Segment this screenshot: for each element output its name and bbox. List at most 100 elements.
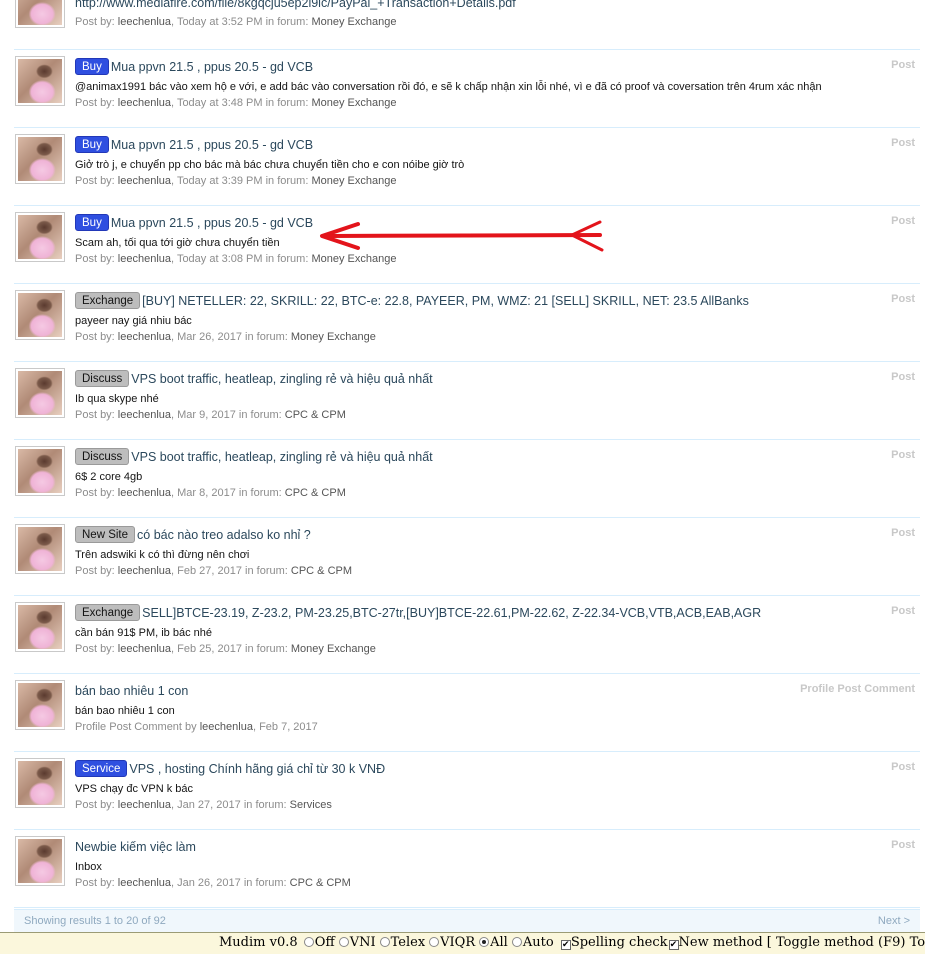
forum-link[interactable]: Money Exchange: [311, 253, 396, 265]
mode-radio-auto[interactable]: [511, 937, 522, 947]
result-title-line: Newbie kiếm việc làm: [75, 838, 920, 857]
post-date: Today at 3:39 PM: [176, 175, 263, 187]
author-link[interactable]: leechenlua: [118, 877, 171, 889]
forum-link[interactable]: CPC & CPM: [291, 565, 352, 577]
result-title-link[interactable]: VPS boot traffic, heatleap, zingling rẻ …: [131, 450, 432, 464]
search-results-page: http://www.mediafire.com/file/8kgqcju5ep…: [14, 0, 920, 932]
forum-link[interactable]: CPC & CPM: [285, 409, 346, 421]
author-link[interactable]: leechenlua: [118, 331, 171, 343]
forum-link[interactable]: Money Exchange: [291, 643, 376, 655]
forum-link[interactable]: CPC & CPM: [285, 487, 346, 499]
result-title-link[interactable]: Mua ppvn 21.5 , ppus 20.5 - gd VCB: [111, 60, 313, 74]
avatar[interactable]: [15, 368, 65, 418]
author-link[interactable]: leechenlua: [118, 799, 171, 811]
result-title-link[interactable]: VPS boot traffic, heatleap, zingling rẻ …: [131, 372, 432, 386]
result-meta: Post by: leechenlua, Today at 3:48 PM in…: [75, 97, 397, 109]
result-title-link[interactable]: [BUY] NETELLER: 22, SKRILL: 22, BTC-e: 2…: [142, 294, 749, 308]
result-meta: Post by: leechenlua, Today at 3:08 PM in…: [75, 253, 397, 265]
thread-prefix-badge: New Site: [75, 526, 136, 543]
avatar[interactable]: [15, 758, 65, 808]
author-link[interactable]: leechenlua: [118, 97, 171, 109]
author-link[interactable]: leechenlua: [118, 565, 171, 577]
result-title-link[interactable]: bán bao nhiêu 1 con: [75, 684, 188, 698]
result-snippet: Scam ah, tối qua tới giờ chưa chuyển tiề…: [75, 237, 280, 249]
avatar[interactable]: [15, 602, 65, 652]
in-forum-label: in forum:: [241, 331, 291, 343]
forum-link[interactable]: Money Exchange: [291, 331, 376, 343]
forum-link[interactable]: Money Exchange: [311, 175, 396, 187]
content-type-label: Post: [891, 137, 915, 149]
avatar[interactable]: [15, 134, 65, 184]
next-page-link[interactable]: Next >: [878, 915, 910, 927]
avatar[interactable]: [15, 212, 65, 262]
search-result: Buy Mua ppvn 21.5 , ppus 20.5 - gd VCB @an…: [14, 50, 920, 128]
in-forum-label: in forum:: [240, 877, 290, 889]
toggle-panel-link[interactable]: Toggle pa: [910, 935, 925, 950]
result-title-link[interactable]: có bác nào treo adalso ko nhỉ ?: [137, 528, 311, 542]
search-result: Exchange [BUY] NETELLER: 22, SKRILL: 22, …: [14, 284, 920, 362]
avatar[interactable]: [15, 680, 65, 730]
search-result: Buy Mua ppvn 21.5 , ppus 20.5 - gd VCB Sca…: [14, 206, 920, 284]
page-nav: Showing results 1 to 20 of 92 Next >: [14, 909, 920, 932]
search-result: Exchange SELL]BTCE-23.19, Z-23.2, PM-23.2…: [14, 596, 920, 674]
author-link[interactable]: leechenlua: [118, 175, 171, 187]
mode-radio-all[interactable]: [479, 937, 490, 947]
post-date: Today at 3:08 PM: [176, 253, 263, 265]
result-body: http://www.mediafire.com/file/8kgqcju5ep…: [75, 0, 920, 29]
mode-radio-vni[interactable]: [338, 937, 349, 947]
search-result: New Site có bác nào treo adalso ko nhỉ ? T…: [14, 518, 920, 596]
result-title-line: bán bao nhiêu 1 con: [75, 682, 920, 701]
author-link[interactable]: leechenlua: [200, 721, 253, 733]
result-body: New Site có bác nào treo adalso ko nhỉ ? T…: [75, 526, 920, 578]
avatar[interactable]: [15, 56, 65, 106]
mode-label-viqr: VIQR: [440, 935, 476, 950]
result-body: Discuss VPS boot traffic, heatleap, zingl…: [75, 370, 920, 422]
avatar[interactable]: [15, 446, 65, 496]
meta-prefix: Post by:: [75, 643, 118, 655]
author-link[interactable]: leechenlua: [118, 409, 171, 421]
mode-radio-telex[interactable]: [379, 937, 390, 947]
result-snippet: Inbox: [75, 861, 102, 873]
meta-prefix: Post by:: [75, 877, 118, 889]
avatar-image: [18, 137, 62, 181]
result-title-link[interactable]: http://www.mediafire.com/file/8kgqcju5ep…: [75, 0, 516, 10]
author-link[interactable]: leechenlua: [118, 253, 171, 265]
forum-link[interactable]: Services: [290, 799, 332, 811]
content-type-label: Post: [891, 605, 915, 617]
avatar[interactable]: [15, 524, 65, 574]
forum-link[interactable]: Money Exchange: [311, 16, 396, 28]
result-title-link[interactable]: SELL]BTCE-23.19, Z-23.2, PM-23.25,BTC-27…: [142, 606, 761, 620]
result-snippet: bán bao nhiêu 1 con: [75, 705, 175, 717]
post-date: Feb 25, 2017: [177, 643, 242, 655]
mode-radio-off[interactable]: [303, 937, 314, 947]
in-forum-label: in forum:: [262, 175, 312, 187]
search-result: Newbie kiếm việc làm Inbox Post by: leeche…: [14, 830, 920, 908]
forum-link[interactable]: CPC & CPM: [290, 877, 351, 889]
result-title-line: Discuss VPS boot traffic, heatleap, zingl…: [75, 370, 920, 389]
result-title-link[interactable]: Mua ppvn 21.5 , ppus 20.5 - gd VCB: [111, 216, 313, 230]
result-title-link[interactable]: Mua ppvn 21.5 , ppus 20.5 - gd VCB: [111, 138, 313, 152]
meta-prefix: Post by:: [75, 331, 118, 343]
avatar[interactable]: [15, 836, 65, 886]
avatar[interactable]: [15, 290, 65, 340]
in-forum-label: in forum:: [241, 565, 291, 577]
result-body: Newbie kiếm việc làm Inbox Post by: leeche…: [75, 838, 920, 890]
author-link[interactable]: leechenlua: [118, 16, 171, 28]
result-snippet: cần bán 91$ PM, ib bác nhé: [75, 627, 212, 639]
result-title-link[interactable]: VPS , hosting Chính hãng giá chỉ từ 30 k…: [129, 762, 385, 776]
avatar-image: [18, 0, 62, 25]
search-result: http://www.mediafire.com/file/8kgqcju5ep…: [14, 0, 920, 50]
result-title-link[interactable]: Newbie kiếm việc làm: [75, 840, 196, 854]
mode-radio-viqr[interactable]: [429, 937, 440, 947]
thread-prefix-badge: Discuss: [75, 448, 130, 465]
result-body: Service VPS , hosting Chính hãng giá chỉ …: [75, 760, 920, 812]
in-forum-label: in forum:: [262, 16, 312, 28]
author-link[interactable]: leechenlua: [118, 487, 171, 499]
author-link[interactable]: leechenlua: [118, 643, 171, 655]
forum-link[interactable]: Money Exchange: [311, 97, 396, 109]
spelling-check-checkbox[interactable]: ✔: [560, 940, 571, 950]
new-method-checkbox[interactable]: ✔: [668, 940, 679, 950]
content-type-label: Profile Post Comment: [800, 683, 915, 695]
avatar[interactable]: [15, 0, 65, 28]
toggle-method-link[interactable]: Toggle method (F9): [776, 935, 905, 950]
